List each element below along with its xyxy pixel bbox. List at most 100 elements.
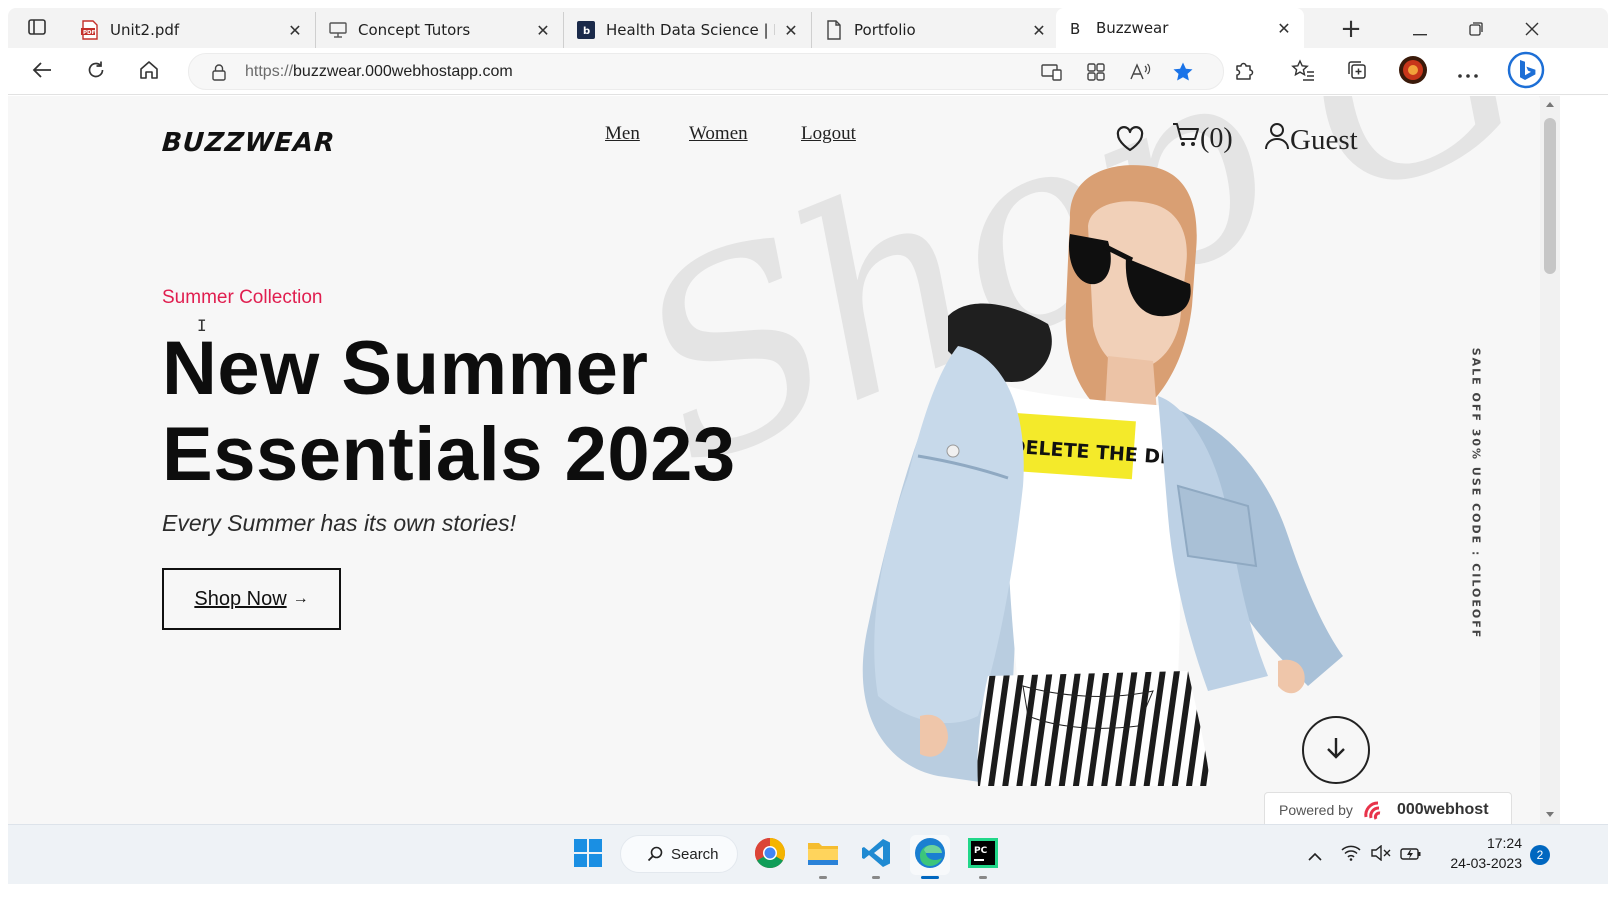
tab-actions-icon	[28, 19, 46, 39]
tab-label: Buzzwear	[1096, 19, 1169, 37]
taskbar-file-explorer[interactable]	[803, 835, 843, 879]
taskbar-edge[interactable]	[910, 835, 950, 879]
tab-unit2-pdf[interactable]: PDF Unit2.pdf ✕	[70, 12, 316, 48]
refresh-button[interactable]	[80, 57, 112, 87]
powered-by-brand: 000webhost	[1396, 800, 1489, 818]
app-available-icon[interactable]	[1041, 63, 1063, 85]
browser-toolbar: https://buzzwear.000webhostapp.com	[8, 48, 1608, 95]
powered-by-badge[interactable]: Powered by 000webhost	[1264, 792, 1512, 824]
screen: PDF Unit2.pdf ✕ Concept Tutors ✕ b Healt…	[0, 0, 1617, 917]
favorite-star-icon[interactable]	[1172, 61, 1194, 87]
side-promo-banner: SALE OFF 30% USE CODE : CILOEOFF	[1466, 347, 1486, 639]
collections-button[interactable]	[1341, 57, 1373, 87]
notification-badge[interactable]: 2	[1530, 845, 1550, 865]
start-button[interactable]	[568, 835, 608, 875]
nav-logout[interactable]: Logout	[801, 123, 856, 145]
restore-icon	[1469, 21, 1483, 40]
running-indicator	[921, 876, 939, 879]
tab-close-button[interactable]: ✕	[1274, 18, 1294, 38]
tab-close-button[interactable]: ✕	[1029, 20, 1049, 40]
url-text[interactable]: https://buzzwear.000webhostapp.com	[245, 63, 513, 81]
page-scrollbar[interactable]	[1540, 96, 1560, 824]
vscode-icon	[861, 838, 891, 872]
hero-subtitle: Every Summer has its own stories!	[162, 510, 517, 536]
restore-button[interactable]	[1456, 16, 1496, 44]
battery-button[interactable]	[1396, 840, 1426, 870]
nav-women[interactable]: Women	[689, 123, 748, 145]
scroll-down-icon[interactable]	[1546, 812, 1554, 817]
back-button[interactable]	[26, 57, 58, 87]
user-icon	[1264, 122, 1290, 158]
account-button[interactable]: Guest	[1264, 122, 1358, 158]
back-arrow-icon	[32, 61, 52, 83]
close-icon	[1525, 21, 1539, 40]
volume-button[interactable]	[1366, 840, 1396, 870]
url-host: buzzwear.000webhostapp.com	[293, 63, 513, 80]
collections-icon	[1346, 59, 1368, 85]
taskbar-pycharm[interactable]: PC	[963, 835, 1003, 879]
cart-button[interactable]: (0)	[1172, 122, 1233, 156]
system-tray	[1300, 835, 1426, 875]
tab-close-button[interactable]: ✕	[285, 20, 305, 40]
tab-concept-tutors[interactable]: Concept Tutors ✕	[318, 12, 564, 48]
close-window-button[interactable]	[1512, 16, 1552, 44]
pdf-icon: PDF	[80, 20, 100, 40]
nav-men[interactable]: Men	[605, 123, 640, 145]
favorites-list-icon	[1291, 59, 1315, 85]
taskbar-vscode[interactable]	[856, 835, 896, 879]
more-menu-button[interactable]	[1452, 57, 1484, 87]
tab-close-button[interactable]: ✕	[533, 20, 553, 40]
document-icon	[824, 20, 844, 40]
tab-label: Health Data Science | Basy	[606, 21, 775, 39]
refresh-icon	[86, 60, 106, 84]
arrow-right-icon: →	[292, 590, 309, 607]
taskbar-search[interactable]: Search	[620, 835, 738, 873]
url-scheme: https://	[245, 63, 294, 80]
profile-button[interactable]	[1397, 55, 1429, 89]
favorites-button[interactable]	[1287, 57, 1319, 87]
new-tab-button[interactable]: +	[1336, 16, 1366, 44]
running-indicator	[819, 876, 827, 879]
bing-icon	[1507, 51, 1545, 93]
wifi-button[interactable]	[1336, 840, 1366, 870]
scroll-down-button[interactable]	[1302, 716, 1370, 784]
taskbar-clock[interactable]: 17:24 24-03-2023	[1432, 833, 1522, 873]
wishlist-button[interactable]	[1116, 126, 1144, 156]
tab-label: Concept Tutors	[358, 21, 471, 39]
lock-icon[interactable]	[211, 63, 227, 85]
user-label: Guest	[1290, 123, 1358, 156]
profile-avatar-icon	[1398, 55, 1428, 89]
chrome-icon	[754, 837, 786, 873]
qr-grid-icon[interactable]	[1086, 62, 1106, 86]
home-button[interactable]	[133, 57, 165, 87]
hero-title-line-1: New Summer	[162, 326, 649, 411]
extensions-button[interactable]	[1228, 57, 1260, 87]
minimize-icon	[1413, 21, 1427, 40]
puzzle-icon	[1233, 59, 1255, 85]
hero-title-line-2: Essentials 2023	[162, 412, 736, 497]
tab-close-button[interactable]: ✕	[781, 20, 801, 40]
clock-date: 24-03-2023	[1450, 855, 1522, 871]
tab-label: Portfolio	[854, 21, 916, 39]
b-badge-icon: b	[576, 20, 596, 40]
side-promo-text: SALE OFF 30% USE CODE : CILOEOFF	[1469, 347, 1483, 639]
scroll-up-icon[interactable]	[1546, 102, 1554, 107]
tab-strip: PDF Unit2.pdf ✕ Concept Tutors ✕ b Healt…	[8, 8, 1608, 48]
windows-taskbar: Search PC 17:24 24-03-2023 2	[8, 824, 1608, 884]
site-logo[interactable]: BUZZWEAR	[161, 128, 336, 158]
address-bar[interactable]: https://buzzwear.000webhostapp.com	[188, 53, 1224, 90]
scroll-thumb[interactable]	[1544, 118, 1556, 274]
tab-buzzwear[interactable]: B Buzzwear ✕	[1056, 8, 1304, 48]
tab-actions-button[interactable]	[18, 14, 56, 44]
pycharm-icon: PC	[968, 838, 998, 872]
tab-portfolio[interactable]: Portfolio ✕	[814, 12, 1060, 48]
bing-chat-button[interactable]	[1506, 51, 1546, 93]
taskbar-chrome[interactable]	[750, 835, 790, 875]
show-hidden-icons-button[interactable]	[1300, 840, 1330, 870]
letter-b-icon: B	[1066, 18, 1086, 38]
minimize-button[interactable]	[1400, 16, 1440, 44]
tab-health-data-science[interactable]: b Health Data Science | Basy ✕	[566, 12, 812, 48]
ellipsis-icon	[1458, 63, 1478, 82]
shop-now-button[interactable]: Shop Now →	[162, 568, 341, 630]
read-aloud-icon[interactable]	[1129, 62, 1151, 86]
